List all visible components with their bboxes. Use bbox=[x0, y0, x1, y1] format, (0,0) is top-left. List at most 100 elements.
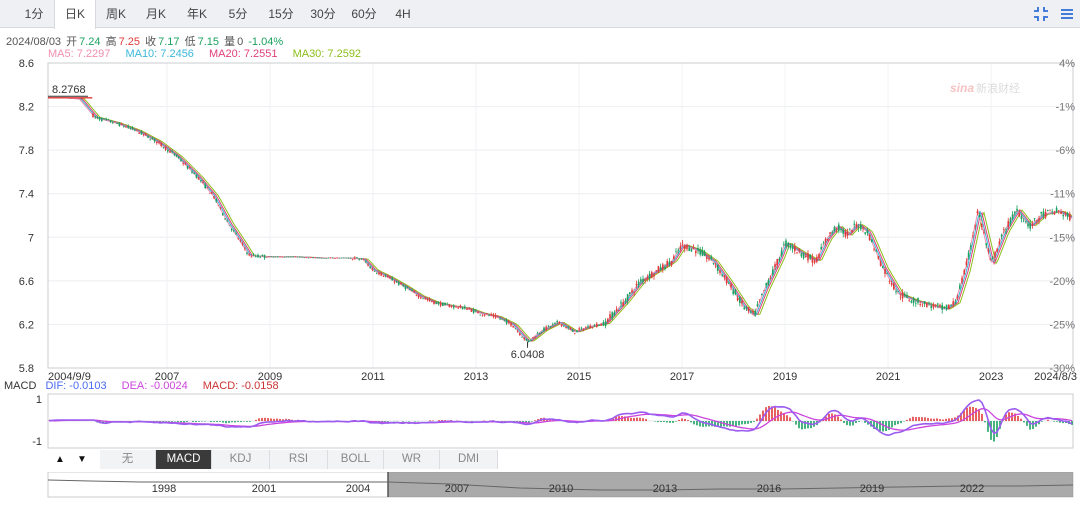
navigator-year-label: 2010 bbox=[549, 483, 573, 495]
candle-body bbox=[1062, 215, 1064, 217]
candle-body bbox=[624, 300, 627, 302]
candle-body bbox=[692, 247, 695, 249]
candle-body bbox=[846, 232, 849, 236]
candle-body bbox=[1053, 212, 1056, 215]
candle-body bbox=[237, 238, 239, 240]
macd-histogram-bar bbox=[795, 421, 797, 425]
macd-histogram-bar bbox=[192, 421, 194, 423]
candle-body bbox=[864, 232, 866, 234]
indicator-dmi[interactable]: DMI bbox=[440, 450, 498, 469]
indicator-macd[interactable]: MACD bbox=[156, 450, 212, 469]
candle-body bbox=[730, 283, 732, 288]
scroll-down-button[interactable]: ▼ bbox=[70, 450, 94, 469]
macd-histogram-bar bbox=[531, 421, 533, 422]
candle-body bbox=[945, 304, 948, 310]
candle-body bbox=[580, 327, 583, 329]
candle-body bbox=[312, 257, 314, 259]
candle-body bbox=[620, 302, 622, 304]
candle-body bbox=[112, 122, 114, 124]
macd-tick-neg1: -1 bbox=[32, 436, 42, 448]
candle-body bbox=[574, 333, 576, 334]
indicator-boll[interactable]: BOLL bbox=[328, 450, 384, 469]
candle-body bbox=[1011, 214, 1014, 219]
macd-histogram-bar bbox=[909, 418, 911, 421]
candle-body bbox=[415, 295, 418, 296]
candle-body bbox=[708, 258, 710, 260]
candle-body bbox=[589, 325, 591, 329]
candle-body bbox=[721, 274, 723, 276]
macd-histogram-bar bbox=[222, 421, 224, 423]
macd-histogram-bar bbox=[978, 409, 980, 421]
candle-body bbox=[180, 159, 182, 162]
candle-body bbox=[743, 307, 745, 310]
candle-body bbox=[666, 261, 668, 266]
indicator-wr[interactable]: WR bbox=[384, 450, 440, 469]
candle-body bbox=[481, 314, 484, 316]
candle-body bbox=[162, 147, 165, 148]
candle-body bbox=[512, 326, 514, 328]
y-tick-label: 6.6 bbox=[19, 276, 34, 288]
candle-body bbox=[402, 284, 404, 286]
candle-body bbox=[578, 328, 580, 330]
candle-body bbox=[195, 174, 198, 178]
candle-body bbox=[1049, 209, 1051, 211]
candle-body bbox=[314, 257, 316, 258]
macd-histogram-bar bbox=[195, 421, 197, 423]
macd-histogram-bar bbox=[747, 421, 749, 424]
candle-body bbox=[853, 223, 855, 225]
candle-body bbox=[257, 254, 259, 258]
candle-body bbox=[358, 258, 360, 260]
macd-histogram-bar bbox=[216, 421, 218, 423]
candle-body bbox=[147, 135, 149, 138]
scroll-up-button[interactable]: ▲ bbox=[48, 450, 72, 469]
macd-tick-1: 1 bbox=[36, 394, 42, 406]
candle-body bbox=[277, 256, 279, 258]
candle-body bbox=[818, 254, 820, 259]
macd-histogram-bar bbox=[258, 418, 260, 421]
indicator-kdj[interactable]: KDJ bbox=[212, 450, 270, 469]
candle-body bbox=[178, 156, 180, 158]
candle-body bbox=[96, 117, 99, 118]
y-right-tick-label: -11% bbox=[1050, 189, 1075, 201]
macd-histogram-bar bbox=[402, 421, 404, 422]
navigator-year-label: 1998 bbox=[152, 483, 176, 495]
candle-body bbox=[697, 248, 699, 251]
candle-body bbox=[1007, 221, 1009, 227]
indicator-none[interactable]: 无 bbox=[100, 450, 156, 469]
candle-body bbox=[609, 314, 611, 319]
candle-body bbox=[316, 257, 319, 259]
candle-body bbox=[747, 307, 750, 311]
macd-histogram-bar bbox=[528, 421, 530, 423]
candle-body bbox=[873, 248, 875, 250]
macd-histogram-bar bbox=[180, 421, 182, 423]
x-tick-label: 2021 bbox=[876, 371, 900, 380]
candle-body bbox=[501, 318, 503, 320]
macd-histogram-bar bbox=[534, 420, 536, 421]
macd-histogram-bar bbox=[162, 421, 164, 422]
candle-body bbox=[239, 240, 242, 242]
candle-body bbox=[695, 250, 697, 254]
macd-histogram-bar bbox=[204, 421, 206, 422]
macd-histogram-bar bbox=[936, 418, 938, 421]
indicator-rsi[interactable]: RSI bbox=[270, 450, 328, 469]
candle-body bbox=[332, 257, 334, 259]
candle-body bbox=[745, 307, 748, 309]
candle-body bbox=[732, 290, 734, 294]
candle-body bbox=[552, 323, 554, 325]
candle-body bbox=[292, 256, 294, 258]
candle-body bbox=[1029, 223, 1031, 229]
candle-body bbox=[805, 255, 807, 258]
candle-body bbox=[556, 321, 558, 323]
candle-body bbox=[662, 264, 664, 269]
candle-body bbox=[728, 283, 730, 284]
macd-histogram-bar bbox=[219, 421, 221, 422]
range-navigator[interactable]: 1998 2001 2004 2007 2010 2013 2016 2019 2022 bbox=[0, 472, 1080, 502]
candle-body bbox=[723, 275, 726, 278]
macd-histogram-bar bbox=[1056, 421, 1058, 422]
candle-body bbox=[204, 184, 206, 189]
candle-body bbox=[259, 256, 261, 258]
candle-body bbox=[303, 257, 305, 259]
macd-histogram-bar bbox=[1020, 418, 1022, 421]
macd-histogram-bar bbox=[633, 417, 635, 421]
candle-body bbox=[543, 327, 545, 331]
